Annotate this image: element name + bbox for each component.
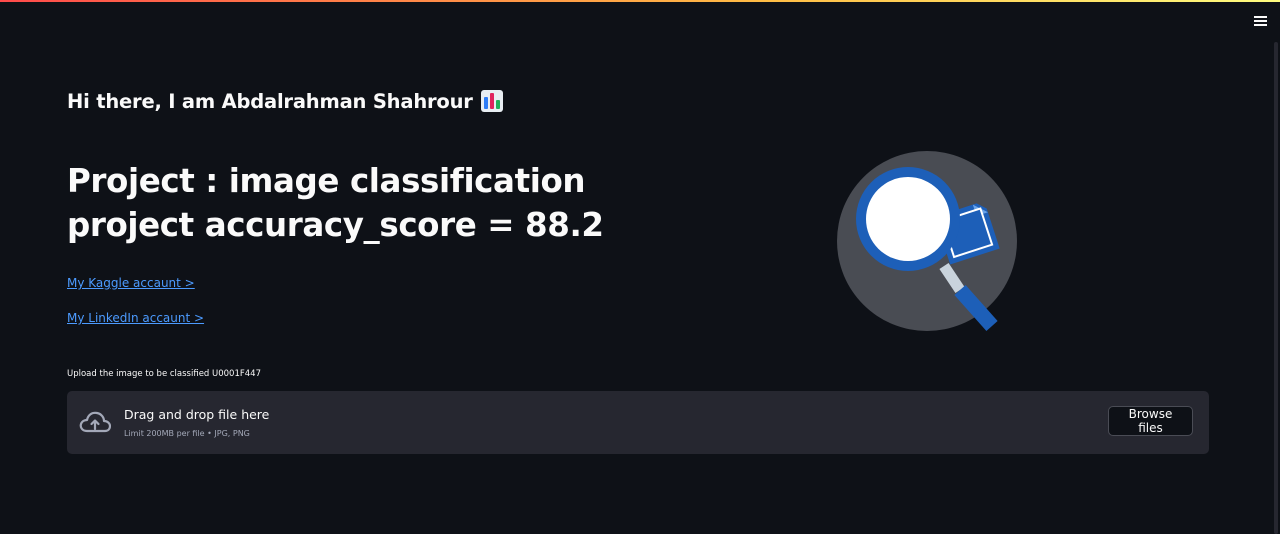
magnifying-glass-icon <box>837 151 1017 331</box>
file-dropzone[interactable]: Drag and drop file here Limit 200MB per … <box>67 391 1209 454</box>
uploader-label: Upload the image to be classified U0001F… <box>67 369 261 379</box>
top-accent-bar <box>0 0 1280 2</box>
hamburger-menu-icon <box>1253 16 1267 26</box>
greeting-text: Hi there, I am Abdalrahman Shahrour <box>67 89 473 113</box>
project-title-line-2: project accuracy_score = 88.2 <box>67 206 604 244</box>
bar-chart-emoji-icon <box>480 90 503 112</box>
vertical-scrollbar[interactable] <box>1274 42 1278 534</box>
dropzone-subtitle: Limit 200MB per file • JPG, PNG <box>124 429 250 438</box>
project-title: Project : image classification project a… <box>67 159 767 247</box>
kaggle-link[interactable]: My Kaggle accaunt > <box>67 276 195 290</box>
main-menu-button[interactable] <box>1248 10 1272 32</box>
linkedin-link[interactable]: My LinkedIn accaunt > <box>67 311 204 325</box>
project-title-line-1: Project : image classification <box>67 162 586 200</box>
cloud-upload-icon <box>79 411 111 433</box>
greeting-heading: Hi there, I am Abdalrahman Shahrour <box>67 86 503 116</box>
dropzone-title: Drag and drop file here <box>124 407 270 422</box>
browse-files-button[interactable]: Browse files <box>1108 406 1193 436</box>
